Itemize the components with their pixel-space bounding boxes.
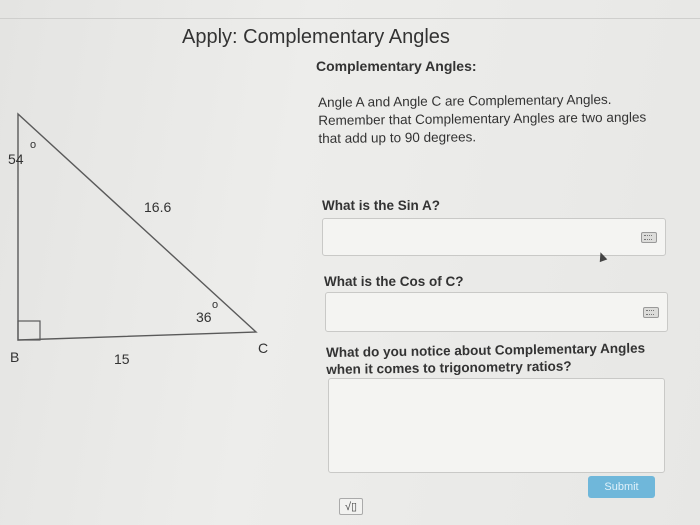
- angle-c-degree-symbol: o: [212, 299, 218, 311]
- question-complementary-observation: What do you notice about Complementary A…: [326, 340, 646, 377]
- keyboard-icon[interactable]: [643, 307, 659, 318]
- angle-a-degree-symbol: o: [30, 139, 36, 151]
- answer-field-cos-c[interactable]: [325, 292, 668, 332]
- question-sin-a: What is the Sin A?: [322, 198, 440, 213]
- vertex-b-label: B: [10, 349, 19, 365]
- answer-textarea-observation[interactable]: [328, 378, 665, 473]
- screen: Apply: Complementary Angles o 54 16.6 o …: [0, 0, 700, 525]
- keyboard-icon[interactable]: [641, 232, 657, 243]
- triangle-diagram: o 54 16.6 o 36 C B 15: [8, 112, 268, 367]
- hypotenuse-length-label: 16.6: [144, 199, 171, 215]
- angle-c-label: 36: [196, 309, 212, 325]
- question-cos-c: What is the Cos of C?: [324, 274, 464, 289]
- answer-field-sin-a[interactable]: [322, 218, 666, 256]
- page-title: Apply: Complementary Angles: [182, 26, 450, 48]
- right-angle-marker: [17, 320, 41, 341]
- section-heading: Complementary Angles:: [316, 58, 477, 74]
- submit-button[interactable]: Submit: [588, 476, 655, 498]
- angle-a-label: 54: [8, 151, 24, 167]
- vertex-c-label: C: [258, 340, 268, 356]
- intro-text: Angle A and Angle C are Complementary An…: [318, 91, 647, 146]
- square-root-icon[interactable]: √▯: [339, 498, 363, 515]
- side-bc-length-label: 15: [114, 351, 130, 367]
- top-divider: [0, 0, 700, 19]
- triangle-shape: [17, 112, 258, 341]
